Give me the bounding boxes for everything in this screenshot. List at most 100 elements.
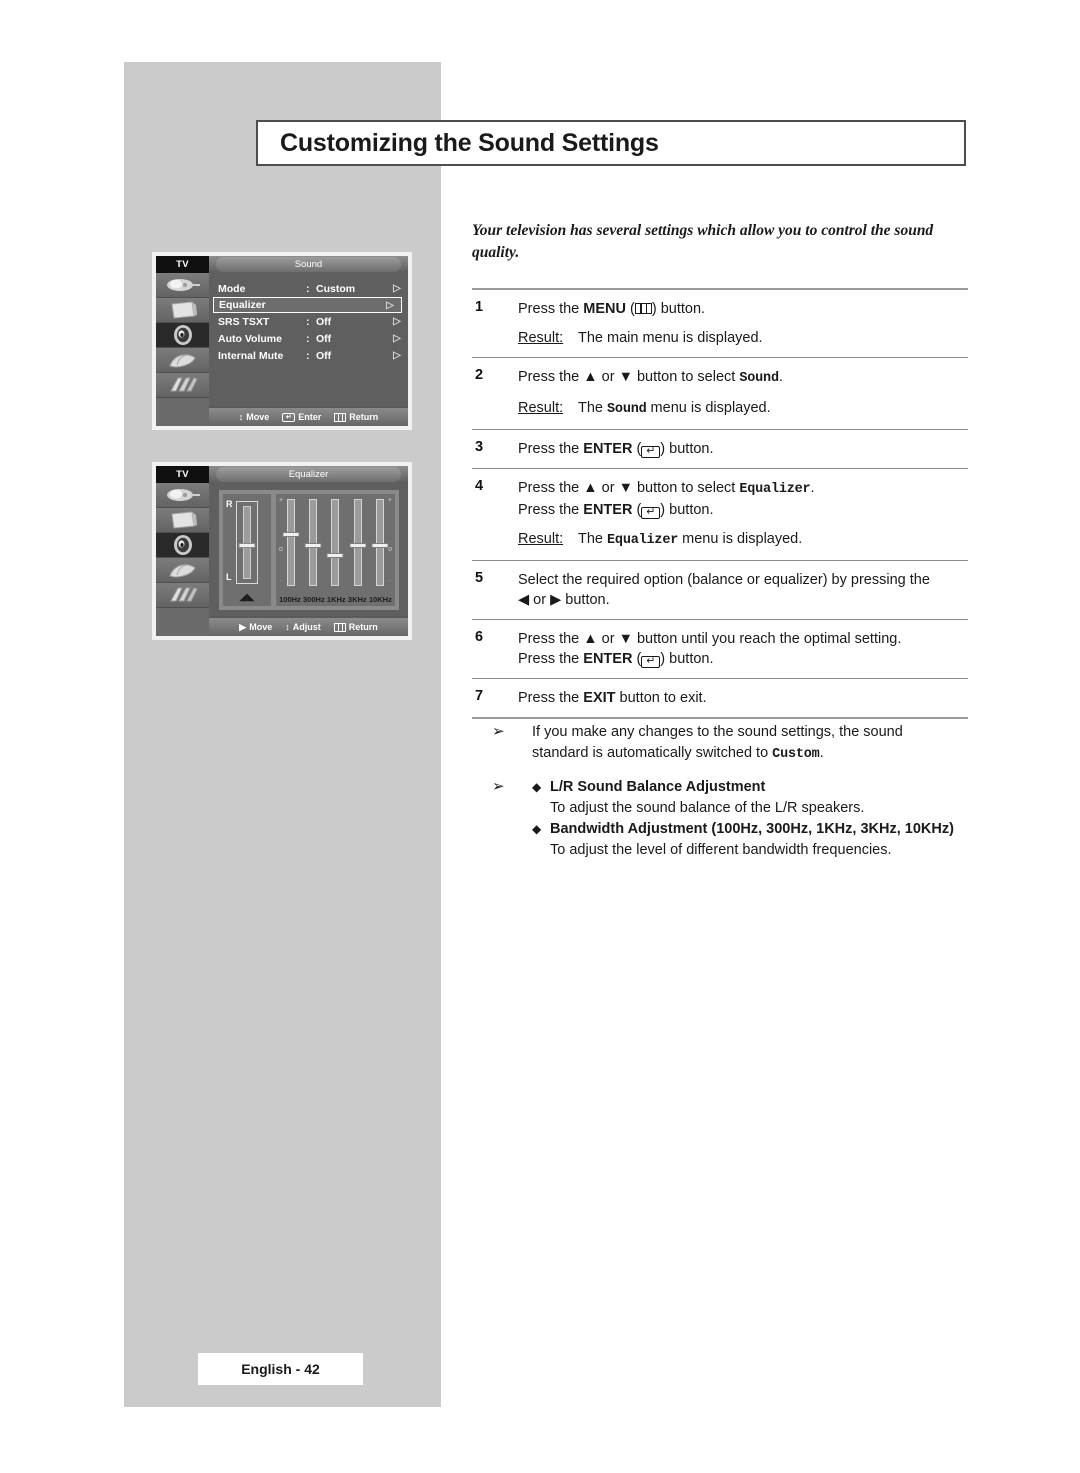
step-text: button until you reach the optimal setti… (632, 631, 902, 647)
intro-text: Your television has several settings whi… (472, 222, 934, 261)
menu-key-icon (334, 412, 347, 422)
step-text: button to exit. (615, 690, 707, 706)
sound-speaker-icon[interactable] (156, 533, 209, 558)
steps-list: 1 Press the MENU () button. Result: The … (472, 288, 968, 719)
step-body: Press the EXIT button to exit. (518, 688, 968, 708)
step-instruction-line2: ◀ or ▶ button. (518, 592, 610, 608)
band-slider-1khz[interactable] (326, 499, 344, 586)
step-text: Press the (518, 631, 584, 647)
step-text: button. (665, 502, 714, 518)
picture-tv-icon[interactable] (156, 508, 209, 533)
menu-row-colon: : (306, 282, 310, 295)
menu-name: Sound (739, 371, 779, 386)
step-text: button. (665, 651, 714, 667)
menu-row-equalizer[interactable]: Equalizer ▷ (213, 297, 402, 313)
enter-button-label: ENTER (583, 502, 633, 518)
band-knob[interactable] (282, 532, 300, 538)
footer-adjust[interactable]: ↕ Adjust (285, 622, 321, 632)
step-number: 4 (475, 478, 484, 494)
updown-arrows-icon: ▲ or ▼ (583, 631, 633, 647)
footer-return[interactable]: Return (334, 412, 378, 422)
balance-frame (236, 501, 258, 584)
menu-name: Sound (607, 402, 647, 417)
step-body: Press the ENTER (↵) button. (518, 439, 968, 459)
footer-move[interactable]: ▶ Move (239, 622, 272, 633)
step-text: Press the (518, 651, 584, 667)
mode-name: Custom (772, 747, 820, 762)
bullet-title: L/R Sound Balance Adjustment (550, 779, 766, 795)
bullet-2: ◆ Bandwidth Adjustment (100Hz, 300Hz, 1K… (532, 819, 972, 840)
menu-row-value: Off (316, 332, 332, 345)
osd-sound-inner: TV Sound Mode: Custom ▷ Equalizer ▷ SRS… (156, 256, 408, 426)
menu-row-srs-tsxt[interactable]: SRS TSXT : Off ▷ (209, 313, 408, 330)
footer-return[interactable]: Return (333, 622, 378, 632)
menu-row-auto-volume[interactable]: Auto Volume : Off ▷ (209, 330, 408, 347)
menu-row-internal-mute[interactable]: Internal Mute : Off ▷ (209, 347, 408, 364)
step-text: button. (665, 441, 714, 457)
step-text: Press the (518, 690, 584, 706)
band-frequency-label: 3KHz (347, 595, 367, 604)
up-down-arrow-icon: ↕ (238, 412, 244, 422)
band-knob[interactable] (326, 552, 344, 558)
band-slider-3khz[interactable] (349, 499, 367, 586)
footer-move-label: Move (249, 622, 273, 632)
chevron-right-icon: ▷ (393, 333, 401, 344)
step-body: Press the ▲ or ▼ button until you reach … (518, 629, 968, 669)
band-frequency-label: 1KHz (326, 595, 346, 604)
band-knob[interactable] (304, 542, 322, 548)
sound-speaker-icon[interactable] (156, 323, 209, 348)
step-instruction-line2: Press the ENTER (↵) button. (518, 502, 714, 519)
setup-icon[interactable] (156, 348, 209, 373)
step-text: Press the (518, 441, 584, 457)
step-instruction: Press the MENU () button. (518, 301, 706, 317)
step-instruction-line1: Press the ▲ or ▼ button to select Equali… (518, 478, 968, 500)
result-text: The Equalizer menu is displayed. (578, 529, 802, 551)
pc-icon[interactable] (156, 373, 209, 398)
band-knob[interactable] (371, 542, 389, 548)
step-result: Result: The main menu is displayed. (518, 328, 968, 348)
footer-move[interactable]: ↕ Move (239, 412, 270, 422)
menu-row-label: SRS TSXT (218, 315, 270, 328)
osd-sound-screenshot: TV Sound Mode: Custom ▷ Equalizer ▷ SRS… (152, 252, 412, 430)
band-frequency-label: 300Hz (303, 595, 325, 604)
step-text: button to select (632, 480, 740, 496)
input-source-icon[interactable] (156, 273, 209, 298)
note-body: ◆ L/R Sound Balance Adjustment To adjust… (532, 777, 972, 861)
step-number: 6 (475, 629, 484, 645)
result-label: Result: (518, 400, 564, 416)
footer-enter[interactable]: ↵ Enter (282, 412, 321, 422)
osd-sound-header: TV Sound (156, 256, 408, 273)
band-slider-100hz[interactable] (282, 499, 300, 586)
osd-sound-title: Sound (216, 257, 401, 272)
step-text: Press the (518, 301, 584, 317)
osd-equalizer-title: Equalizer (216, 467, 401, 482)
band-track (287, 499, 296, 586)
up-down-arrow-icon: ↕ (285, 622, 290, 632)
pc-icon[interactable] (156, 583, 209, 608)
divider (472, 717, 968, 719)
band-slider-300hz[interactable] (304, 499, 322, 586)
result-text-post: menu is displayed. (646, 400, 771, 416)
exit-button-label: EXIT (583, 690, 616, 706)
note-body: If you make any changes to the sound set… (532, 722, 972, 765)
note-line2: standard is automatically switched to Cu… (532, 743, 972, 765)
band-frequency-label: 100Hz (279, 595, 301, 604)
menu-row-value: Off (316, 315, 332, 328)
balance-knob[interactable] (238, 542, 256, 548)
step-text: . (778, 369, 783, 385)
band-knob[interactable] (349, 542, 367, 548)
input-source-icon[interactable] (156, 483, 209, 508)
osd-equalizer-screenshot: TV Equalizer R L ◢◣ + + o o . . 100Hz 30… (152, 462, 412, 640)
band-slider-10khz[interactable] (371, 499, 389, 586)
balance-control[interactable]: R L ◢◣ (223, 494, 271, 606)
picture-tv-icon[interactable] (156, 298, 209, 323)
menu-row-colon: : (306, 315, 310, 328)
menu-row-mode[interactable]: Mode : Custom ▷ (209, 280, 408, 297)
result-text-pre: The (578, 400, 608, 416)
note-text: . (819, 745, 824, 761)
step-text: Press the (518, 502, 584, 518)
result-text-post: menu is displayed. (678, 531, 803, 547)
menu-row-label: Equalizer (219, 299, 266, 311)
step-number: 1 (475, 299, 484, 315)
setup-icon[interactable] (156, 558, 209, 583)
